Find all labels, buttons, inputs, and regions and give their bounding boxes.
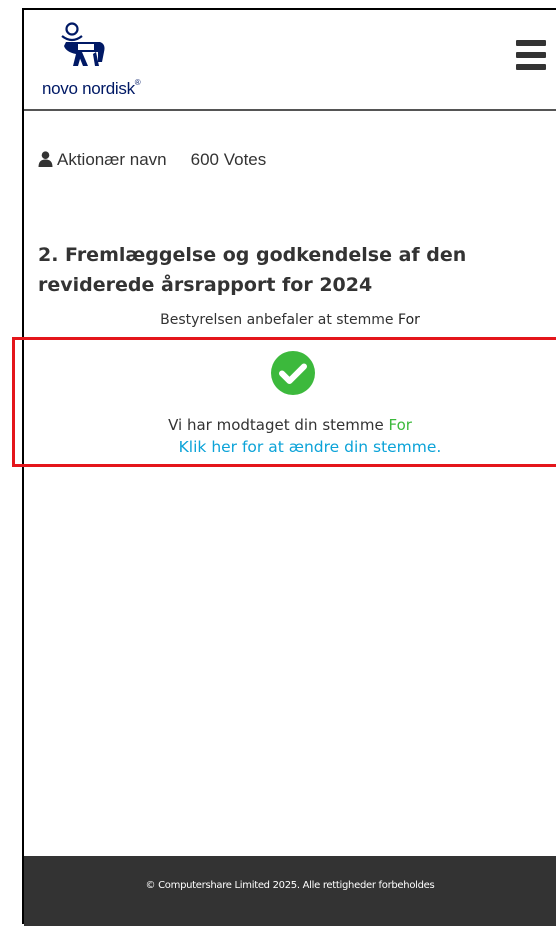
hamburger-menu-icon[interactable] [516, 40, 546, 74]
recommendation-text: Bestyrelsen anbefaler at stemme [160, 312, 394, 328]
footer: © Computershare Limited 2025. Alle retti… [24, 856, 556, 926]
logo-wordmark: novo nordisk® [42, 78, 141, 98]
shareholder-info: Aktionær navn 600 Votes [38, 150, 266, 170]
apis-bull-icon [61, 22, 105, 66]
vote-value: For [388, 416, 412, 434]
user-icon [38, 151, 53, 167]
vote-count: 600 Votes [190, 150, 267, 169]
resolution-title: 2. Fremlæggelse og godkendelse af den re… [38, 244, 467, 296]
check-circle-icon [271, 351, 315, 395]
novo-nordisk-logo[interactable]: novo nordisk® [42, 22, 152, 104]
app-frame: novo nordisk® Aktionær navn 600 Votes 2. … [12, 8, 556, 926]
recommendation-value: For [398, 312, 420, 328]
header: novo nordisk® [24, 10, 556, 111]
board-recommendation: Bestyrelsen anbefaler at stemme For [24, 312, 556, 328]
copyright-text: © Computershare Limited 2025. Alle retti… [145, 880, 435, 891]
shareholder-name: Aktionær navn [57, 150, 167, 169]
received-text: Vi har modtaget din stemme [168, 416, 384, 434]
vote-received-message: Vi har modtaget din stemme For [24, 416, 556, 434]
change-vote-link[interactable]: Klik her for at ændre din stemme. [24, 438, 556, 456]
